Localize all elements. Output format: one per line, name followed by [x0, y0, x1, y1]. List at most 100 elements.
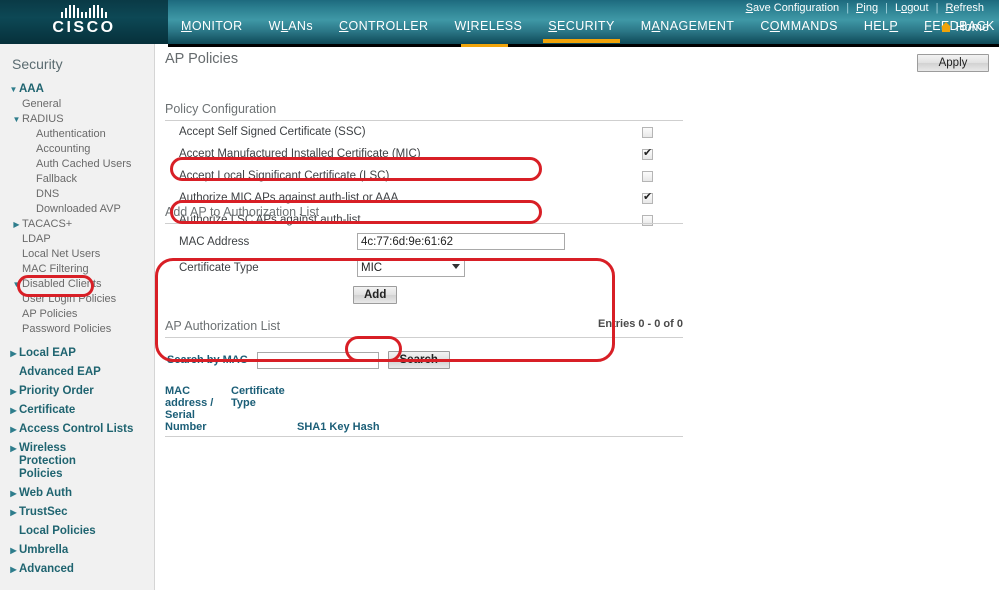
sidebar-item-dns[interactable]: DNS	[0, 187, 154, 202]
policy-row: Accept Local Significant Certificate (LS…	[165, 165, 683, 187]
sidebar-item-disabled-clients[interactable]: ▼ Disabled Clients	[0, 277, 154, 292]
sidebar-item-wireless-protection-policies[interactable]: ▶ Wireless Protection Policies	[0, 441, 154, 482]
sidebar-item-label: LDAP	[22, 233, 51, 245]
refresh-link[interactable]: Refresh	[938, 2, 991, 14]
chevron-down-icon	[452, 263, 460, 269]
utility-links: Save Configuration | Ping | Logout | Ref…	[739, 2, 991, 14]
chevron-right-icon[interactable]: ▶	[8, 487, 19, 500]
add-button[interactable]: Add	[353, 286, 397, 304]
sidebar-groups: ▶ Local EAP Advanced EAP ▶ Priority Order ▶ Ce…	[0, 337, 154, 577]
policy-checkbox[interactable]	[642, 126, 653, 138]
policy-checkbox[interactable]	[642, 191, 653, 204]
policy-checkbox[interactable]	[642, 170, 653, 182]
mac-address-input[interactable]	[357, 233, 565, 250]
sidebar-item-label: Downloaded AVP	[36, 203, 121, 215]
sidebar-item-web-auth[interactable]: ▶ Web Auth	[0, 486, 154, 501]
nav-wlans[interactable]: WLANs	[256, 18, 326, 39]
sidebar-item-local-net-users[interactable]: Local Net Users	[0, 247, 154, 262]
home-link[interactable]: Home	[940, 20, 989, 34]
search-by-mac-label: Search by MAC	[167, 354, 248, 366]
sidebar-item-user-login-policies[interactable]: User Login Policies	[0, 292, 154, 307]
sidebar-tree: ▼ AAA General ▼ RADIUS Authentication Accounti…	[0, 82, 154, 337]
sidebar-item-label: Advanced EAP	[19, 366, 101, 378]
search-by-mac-input[interactable]	[256, 351, 379, 369]
sidebar-item-radius[interactable]: ▼ RADIUS	[0, 112, 154, 127]
sidebar-item-priority-order[interactable]: ▶ Priority Order	[0, 384, 154, 399]
mac-address-label: MAC Address	[179, 235, 250, 248]
column-sha1-key-hash: SHA1 Key Hash	[297, 421, 380, 433]
chevron-right-icon[interactable]: ▶	[8, 563, 19, 576]
chevron-right-icon[interactable]: ▶	[8, 506, 19, 519]
search-button[interactable]: Search	[387, 351, 450, 369]
sidebar-item-downloaded-avp[interactable]: Downloaded AVP	[0, 202, 154, 217]
sidebar-item-accounting[interactable]: Accounting	[0, 142, 154, 157]
nav-wireless[interactable]: WIRELESS	[441, 18, 535, 39]
sidebar-item-fallback[interactable]: Fallback	[0, 172, 154, 187]
sidebar-item-local-policies[interactable]: Local Policies	[0, 524, 154, 539]
entries-count: Entries 0 - 0 of 0	[598, 318, 683, 330]
sidebar-item-tacacs[interactable]: ▶ TACACS+	[0, 217, 154, 232]
sidebar-item-label: Wireless Protection Policies	[19, 442, 76, 480]
sidebar-item-ap-policies[interactable]: AP Policies	[0, 307, 154, 322]
sidebar-item-local-eap[interactable]: ▶ Local EAP	[0, 346, 154, 361]
sidebar-item-ldap[interactable]: LDAP	[0, 232, 154, 247]
sidebar-item-aaa[interactable]: ▼ AAA	[0, 82, 154, 97]
logout-link[interactable]: Logout	[888, 2, 936, 14]
policy-label: Accept Local Significant Certificate (LS…	[179, 170, 390, 182]
chevron-down-icon[interactable]: ▼	[11, 278, 22, 291]
sidebar-item-auth-cached-users[interactable]: Auth Cached Users	[0, 157, 154, 172]
chevron-right-icon[interactable]: ▶	[8, 404, 19, 417]
sidebar-item-label: Advanced	[19, 563, 74, 575]
sidebar-item-label: Local EAP	[19, 347, 76, 359]
sidebar-item-label: TACACS+	[22, 218, 73, 230]
policy-checkbox[interactable]	[642, 147, 653, 160]
certificate-type-row: Certificate Type MIC	[165, 256, 683, 279]
sidebar-item-label: Disabled Clients	[22, 278, 102, 290]
cisco-logo: CISCO	[38, 4, 130, 40]
certificate-type-select[interactable]: MIC	[357, 258, 465, 277]
home-icon	[940, 22, 952, 32]
nav-controller[interactable]: CONTROLLER	[326, 18, 441, 39]
app-header: CISCO Save Configuration | Ping | Logout…	[0, 0, 999, 44]
sidebar-item-label: Certificate	[19, 404, 76, 416]
save-configuration-link[interactable]: Save Configuration	[739, 2, 847, 14]
chevron-down-icon[interactable]: ▼	[11, 113, 22, 126]
chevron-right-icon[interactable]: ▶	[8, 442, 19, 455]
sidebar-item-mac-filtering[interactable]: MAC Filtering	[0, 262, 154, 277]
apply-button[interactable]: Apply	[917, 54, 989, 72]
ping-link[interactable]: Ping	[849, 2, 885, 14]
chevron-right-icon[interactable]: ▶	[11, 218, 22, 231]
sidebar-item-label: User Login Policies	[22, 293, 117, 305]
table-column-headers: MAC address / Serial Number Certificate Ty…	[165, 385, 683, 437]
sidebar-item-label: Umbrella	[19, 544, 69, 556]
sidebar-item-umbrella[interactable]: ▶ Umbrella	[0, 543, 154, 558]
chevron-right-icon[interactable]: ▶	[8, 385, 19, 398]
mac-address-row: MAC Address	[165, 230, 683, 253]
chevron-right-icon[interactable]: ▶	[8, 347, 19, 360]
add-button-row: Add	[165, 285, 683, 304]
sidebar-item-password-policies[interactable]: Password Policies	[0, 322, 154, 337]
certificate-type-value: MIC	[361, 261, 383, 274]
nav-commands[interactable]: COMMANDS	[747, 18, 851, 39]
ap-authorization-list-section: AP Authorization List Entries 0 - 0 of 0…	[165, 318, 683, 437]
sidebar-item-trustsec[interactable]: ▶ TrustSec	[0, 505, 154, 520]
nav-monitor[interactable]: MONITOR	[168, 18, 256, 39]
sidebar-item-advanced-eap[interactable]: Advanced EAP	[0, 365, 154, 380]
sidebar-item-label: TrustSec	[19, 506, 68, 518]
policy-label: Authorize MIC APs against auth-list or A…	[179, 192, 399, 204]
sidebar-item-label: Password Policies	[22, 323, 112, 335]
security-sidebar: Security ▼ AAA General ▼ RADIUS Authenticatio…	[0, 44, 155, 590]
chevron-right-icon[interactable]: ▶	[8, 423, 19, 436]
sidebar-item-authentication[interactable]: Authentication	[0, 127, 154, 142]
nav-security[interactable]: SECURITY	[535, 18, 627, 43]
column-mac-serial: MAC address / Serial Number	[165, 385, 214, 433]
sidebar-item-general[interactable]: General	[0, 97, 154, 112]
sidebar-item-label: General	[22, 98, 62, 110]
chevron-down-icon[interactable]: ▼	[8, 83, 19, 96]
sidebar-item-advanced[interactable]: ▶ Advanced	[0, 562, 154, 577]
sidebar-item-certificate[interactable]: ▶ Certificate	[0, 403, 154, 418]
chevron-right-icon[interactable]: ▶	[8, 544, 19, 557]
sidebar-item-access-control-lists[interactable]: ▶ Access Control Lists	[0, 422, 154, 437]
nav-help[interactable]: HELP	[851, 18, 911, 39]
nav-management[interactable]: MANAGEMENT	[628, 18, 748, 39]
